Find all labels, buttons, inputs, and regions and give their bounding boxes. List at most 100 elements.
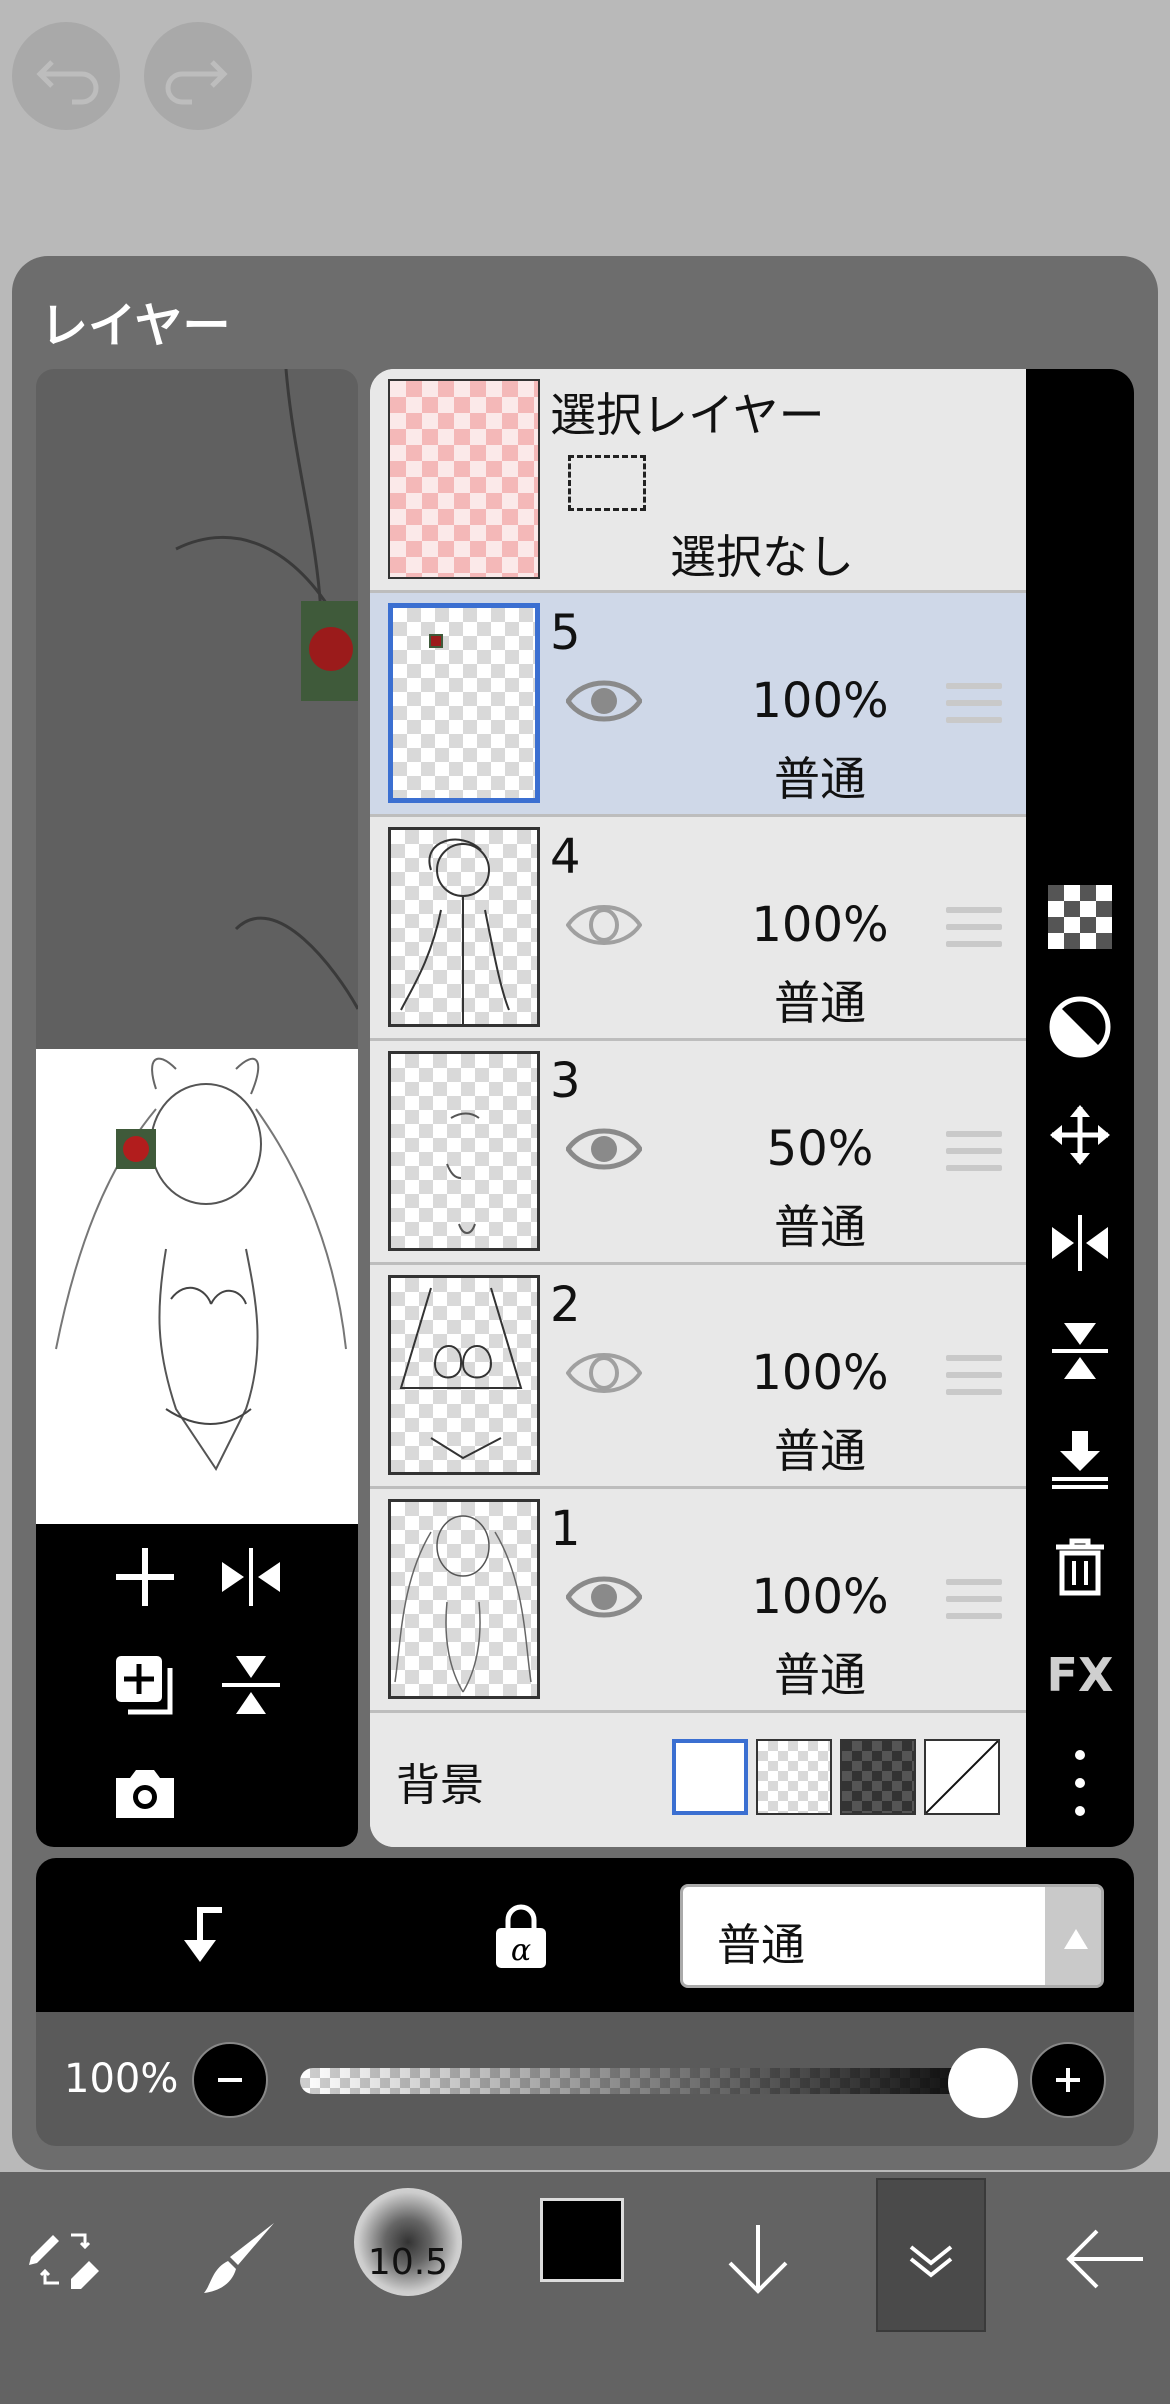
merge-down-button[interactable]: [1026, 1419, 1134, 1499]
more-options-button[interactable]: [1026, 1743, 1134, 1823]
bottom-toolbar: 10.5: [0, 2172, 1170, 2404]
background-row: 背景: [370, 1713, 1026, 1847]
layer-number: 3: [550, 1053, 581, 1109]
background-transparent-option[interactable]: [756, 1739, 832, 1815]
flip-vertical-layer-button[interactable]: [1026, 1311, 1134, 1391]
redo-button[interactable]: [144, 22, 252, 130]
layer-opacity: 100%: [751, 897, 889, 953]
duplicate-layer-button[interactable]: [100, 1640, 190, 1730]
layer-row[interactable]: 5 100% 普通: [370, 593, 1026, 817]
fx-button[interactable]: FX: [1026, 1635, 1134, 1715]
blend-bar: α 普通: [36, 1858, 1134, 2012]
drag-handle-icon[interactable]: [946, 1355, 1002, 1403]
brush-icon: [204, 2223, 274, 2293]
opacity-value: 100%: [64, 2056, 179, 2102]
eye-icon[interactable]: [566, 673, 642, 729]
add-layer-button[interactable]: [100, 1532, 190, 1622]
opacity-slider-thumb[interactable]: [948, 2048, 1018, 2118]
undo-button[interactable]: [12, 22, 120, 130]
opacity-slider-track[interactable]: [300, 2068, 1010, 2094]
diagonal-slash-icon: [925, 1740, 999, 1814]
undo-icon: [36, 60, 99, 105]
background-white-option[interactable]: [672, 1739, 748, 1815]
eye-icon[interactable]: [566, 1569, 642, 1625]
flip-vertical-button[interactable]: [206, 1640, 296, 1730]
drag-handle-icon[interactable]: [946, 907, 1002, 955]
redo-icon: [165, 60, 228, 105]
chevron-double-down-icon: [909, 2245, 953, 2278]
flip-horizontal-icon: [222, 1548, 280, 1606]
opacity-increase-button[interactable]: [1030, 2042, 1106, 2118]
move-button[interactable]: [1026, 1095, 1134, 1175]
move-down-button[interactable]: [710, 2194, 806, 2324]
back-button[interactable]: [1054, 2194, 1154, 2324]
arrow-down-icon: [728, 2225, 788, 2294]
blend-mode-select[interactable]: 普通: [680, 1884, 1104, 1988]
opacity-decrease-button[interactable]: [192, 2042, 268, 2118]
flip-vertical-icon: [222, 1656, 280, 1714]
more-vertical-icon: [1075, 1750, 1085, 1816]
character-sketch: [55, 1057, 347, 1471]
canvas-preview[interactable]: [36, 369, 358, 1524]
layer-row[interactable]: 4 100% 普通: [370, 817, 1026, 1041]
transparency-lock-button[interactable]: [1026, 877, 1134, 957]
eye-icon[interactable]: [566, 897, 642, 953]
layer-thumbnail: [388, 827, 540, 1027]
eye-icon[interactable]: [566, 1121, 642, 1177]
clip-to-below-button[interactable]: [156, 1890, 246, 1980]
layer-opacity: 100%: [751, 673, 889, 729]
layer-number: 1: [550, 1501, 581, 1557]
layer-row[interactable]: 2 100% 普通: [370, 1265, 1026, 1489]
duplicate-icon: [116, 1656, 173, 1715]
selection-layer-row[interactable]: 選択レイヤー 選択なし: [370, 369, 1026, 593]
background-dark-option[interactable]: [840, 1739, 916, 1815]
merge-down-icon: [1052, 1431, 1108, 1489]
checker-icon: [1048, 885, 1112, 949]
background-none-option[interactable]: [924, 1739, 1000, 1815]
canvas-thumbnail: [36, 1049, 358, 1524]
clip-arrow-icon: [184, 1907, 222, 1962]
blend-mode-value: 普通: [717, 1920, 805, 1971]
drag-handle-icon[interactable]: [946, 683, 1002, 731]
opacity-row: 100%: [36, 2012, 1134, 2146]
layer-blend-mode: 普通: [774, 976, 866, 1030]
color-swatch-button[interactable]: [540, 2198, 624, 2282]
clipping-button[interactable]: [1026, 987, 1134, 1067]
trash-icon: [1056, 1538, 1104, 1596]
layer-number: 2: [550, 1277, 581, 1333]
selection-layer-thumbnail: [388, 379, 540, 579]
flip-horizontal-button[interactable]: [206, 1532, 296, 1622]
arrow-left-icon: [1066, 2229, 1143, 2289]
plus-icon: [116, 1548, 174, 1606]
blend-mode-dropdown-arrow[interactable]: [1045, 1887, 1101, 1985]
flip-vertical-icon: [1052, 1323, 1108, 1379]
layer-list: 選択レイヤー 選択なし 5 100% 普通 4 100% 普通 3 50% 普通: [370, 369, 1026, 1847]
camera-button[interactable]: [100, 1748, 190, 1838]
layer-blend-mode: 普通: [774, 1648, 866, 1702]
flip-horizontal-layer-button[interactable]: [1026, 1203, 1134, 1283]
drag-handle-icon[interactable]: [946, 1131, 1002, 1179]
drag-handle-icon[interactable]: [946, 1579, 1002, 1627]
layer-thumbnail: [388, 1499, 540, 1699]
alpha-lock-button[interactable]: α: [476, 1890, 566, 1980]
layer-thumbnail: [388, 1051, 540, 1251]
layer-blend-mode: 普通: [774, 752, 866, 806]
layer-row[interactable]: 1 100% 普通: [370, 1489, 1026, 1713]
layer-opacity: 50%: [766, 1121, 874, 1177]
tool-switch-button[interactable]: [20, 2194, 110, 2324]
layer-actions-toolbar: FX: [1026, 369, 1134, 1847]
layer-blend-mode: 普通: [774, 1424, 866, 1478]
minus-icon: [218, 2078, 242, 2082]
layer-number: 5: [550, 605, 581, 661]
half-circle-icon: [1049, 996, 1111, 1058]
layer-number: 4: [550, 829, 581, 885]
layer-thumbnail: [388, 1275, 540, 1475]
plus-icon: [1056, 2068, 1080, 2092]
layer-panel-toggle-button[interactable]: [876, 2178, 986, 2332]
brush-size-button[interactable]: 10.5: [354, 2188, 462, 2296]
layer-row[interactable]: 3 50% 普通: [370, 1041, 1026, 1265]
delete-layer-button[interactable]: [1026, 1527, 1134, 1607]
eye-icon[interactable]: [566, 1345, 642, 1401]
flip-horizontal-icon: [1052, 1215, 1108, 1271]
brush-tool-button[interactable]: [190, 2194, 290, 2324]
